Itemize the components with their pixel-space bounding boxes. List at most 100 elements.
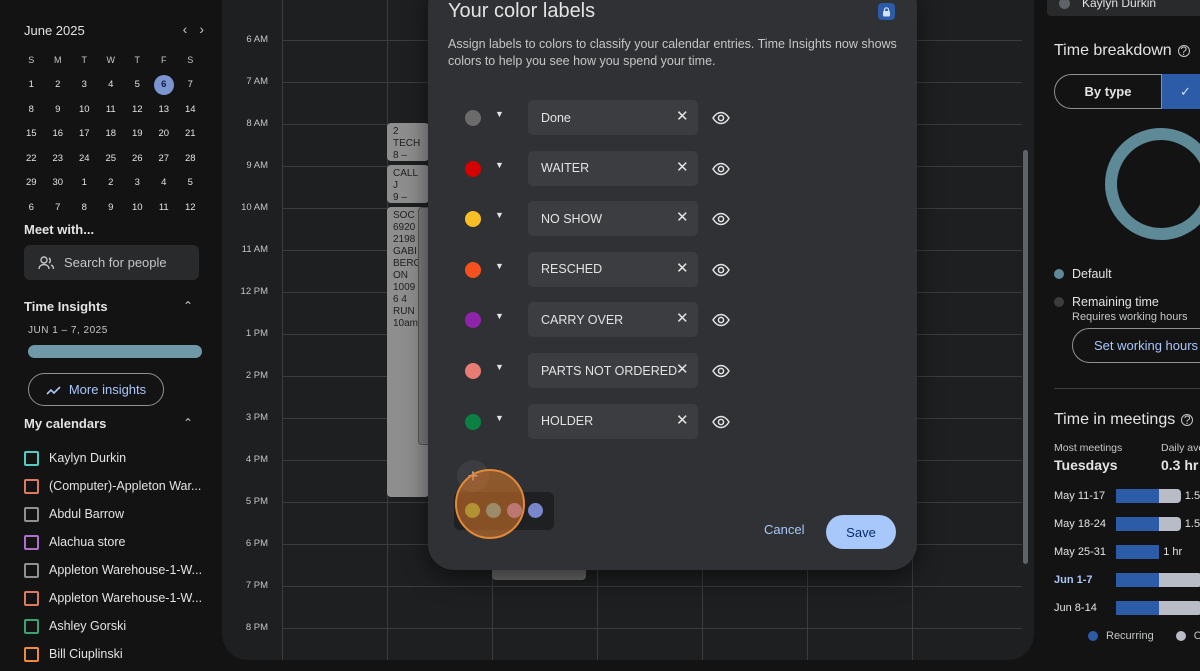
- day-cell[interactable]: 8: [71, 202, 98, 213]
- label-name-input[interactable]: RESCHED: [528, 251, 698, 287]
- day-cell[interactable]: 16: [45, 128, 72, 139]
- day-cell[interactable]: 19: [124, 128, 151, 139]
- day-cell[interactable]: 20: [151, 128, 178, 139]
- color-swatch[interactable]: [465, 312, 481, 329]
- color-swatch[interactable]: [465, 110, 481, 126]
- help-icon[interactable]: ?: [1181, 413, 1194, 426]
- dropdown-arrow-icon[interactable]: ▼: [495, 261, 504, 271]
- day-cell[interactable]: 10: [71, 104, 98, 115]
- day-cell[interactable]: 2: [98, 177, 125, 188]
- calendar-item[interactable]: Appleton Warehouse-1-W...: [24, 584, 209, 612]
- check-icon[interactable]: ✓: [1162, 74, 1200, 109]
- day-cell[interactable]: 5: [177, 177, 204, 188]
- day-cell[interactable]: 17: [71, 128, 98, 139]
- next-month-icon[interactable]: ›: [199, 21, 204, 37]
- color-swatch[interactable]: [465, 211, 481, 228]
- label-name-input[interactable]: CARRY OVER: [528, 302, 698, 338]
- calendar-item[interactable]: Alachua store: [24, 528, 209, 556]
- calendar-item[interactable]: Ashley Gorski: [24, 612, 209, 640]
- label-name-input[interactable]: HOLDER: [528, 403, 698, 439]
- clear-label-icon[interactable]: ✕: [676, 362, 689, 377]
- day-cell[interactable]: 6: [18, 202, 45, 213]
- cancel-button[interactable]: Cancel: [764, 522, 804, 537]
- collapse-insights-icon[interactable]: ⌃: [183, 299, 193, 313]
- day-cell[interactable]: 8: [18, 104, 45, 115]
- save-button[interactable]: Save: [826, 515, 896, 549]
- visibility-eye-icon[interactable]: [712, 311, 730, 329]
- day-cell[interactable]: 9: [45, 104, 72, 115]
- day-cell[interactable]: 14: [177, 104, 204, 115]
- week-bar-row[interactable]: May 25-31 1 hr: [1054, 545, 1200, 559]
- clear-label-icon[interactable]: ✕: [676, 210, 689, 225]
- dropdown-arrow-icon[interactable]: ▼: [495, 160, 504, 170]
- more-insights-button[interactable]: More insights: [28, 373, 164, 406]
- day-cell[interactable]: 11: [151, 202, 178, 213]
- day-cell[interactable]: 12: [177, 202, 204, 213]
- day-cell[interactable]: 7: [45, 202, 72, 213]
- label-name-input[interactable]: Done: [528, 100, 698, 135]
- picker-color-option[interactable]: [528, 503, 543, 518]
- calendar-checkbox[interactable]: [24, 506, 39, 522]
- event-block[interactable]: 2 TECH 8 – 9am: [387, 123, 429, 161]
- day-cell[interactable]: 28: [177, 153, 204, 164]
- calendar-item[interactable]: Bill Ciuplinski: [24, 640, 209, 668]
- dropdown-arrow-icon[interactable]: ▼: [495, 311, 504, 321]
- grid-scrollbar[interactable]: [1023, 150, 1028, 564]
- clear-label-icon[interactable]: ✕: [676, 160, 689, 175]
- calendar-item[interactable]: Abdul Barrow: [24, 500, 209, 528]
- day-cell[interactable]: 26: [124, 153, 151, 164]
- dropdown-arrow-icon[interactable]: ▼: [495, 413, 504, 423]
- day-cell[interactable]: 25: [98, 153, 125, 164]
- day-cell[interactable]: 22: [18, 153, 45, 164]
- day-cell[interactable]: 1: [71, 177, 98, 188]
- day-cell[interactable]: 6: [151, 74, 178, 95]
- dropdown-arrow-icon[interactable]: ▼: [495, 109, 504, 119]
- label-name-input[interactable]: WAITER: [528, 150, 698, 186]
- visibility-eye-icon[interactable]: [712, 261, 730, 279]
- color-swatch[interactable]: [465, 363, 481, 379]
- visibility-eye-icon[interactable]: [712, 413, 730, 431]
- clear-label-icon[interactable]: ✕: [676, 413, 689, 428]
- prev-month-icon[interactable]: ‹: [183, 21, 188, 37]
- visibility-eye-icon[interactable]: [712, 210, 730, 228]
- day-cell[interactable]: 2: [45, 79, 72, 90]
- dropdown-arrow-icon[interactable]: ▼: [495, 362, 504, 372]
- color-swatch[interactable]: [465, 261, 481, 278]
- clear-label-icon[interactable]: ✕: [676, 261, 689, 276]
- week-bar-row[interactable]: May 18-24 1.5: [1054, 517, 1200, 531]
- dropdown-arrow-icon[interactable]: ▼: [495, 210, 504, 220]
- week-bar-row[interactable]: Jun 8-14: [1054, 601, 1200, 615]
- calendar-checkbox[interactable]: [24, 450, 39, 466]
- day-cell[interactable]: 3: [124, 177, 151, 188]
- day-cell[interactable]: 27: [151, 153, 178, 164]
- calendar-item[interactable]: (Computer)-Appleton War...: [24, 472, 209, 500]
- day-cell[interactable]: 13: [151, 104, 178, 115]
- by-type-button[interactable]: By type: [1054, 74, 1162, 109]
- day-cell[interactable]: 5: [124, 79, 151, 90]
- day-cell[interactable]: 4: [98, 79, 125, 90]
- day-cell[interactable]: 18: [98, 128, 125, 139]
- search-people-input[interactable]: Search for people: [24, 245, 199, 280]
- calendar-checkbox[interactable]: [24, 478, 39, 494]
- day-cell[interactable]: 9: [98, 202, 125, 213]
- calendar-item[interactable]: Appleton Warehouse-1-W...: [24, 556, 209, 584]
- user-chip[interactable]: Kaylyn Durkin: [1047, 0, 1200, 16]
- set-working-hours-button[interactable]: Set working hours: [1072, 328, 1200, 363]
- day-cell[interactable]: 10: [124, 202, 151, 213]
- label-name-input[interactable]: NO SHOW: [528, 201, 698, 237]
- color-swatch[interactable]: [465, 413, 481, 430]
- day-cell[interactable]: 12: [124, 104, 151, 115]
- calendar-checkbox[interactable]: [24, 562, 39, 578]
- event-block[interactable]: CALL J 9 – 10a: [387, 165, 429, 203]
- clear-label-icon[interactable]: ✕: [676, 311, 689, 326]
- week-bar-row[interactable]: Jun 1-7: [1054, 573, 1200, 587]
- calendar-checkbox[interactable]: [24, 590, 39, 606]
- visibility-eye-icon[interactable]: [712, 109, 730, 127]
- day-cell[interactable]: 23: [45, 153, 72, 164]
- clear-label-icon[interactable]: ✕: [676, 109, 689, 124]
- color-swatch[interactable]: [465, 160, 481, 177]
- visibility-eye-icon[interactable]: [712, 362, 730, 380]
- day-cell[interactable]: 29: [18, 177, 45, 188]
- collapse-calendars-icon[interactable]: ⌃: [183, 416, 193, 430]
- calendar-checkbox[interactable]: [24, 534, 39, 550]
